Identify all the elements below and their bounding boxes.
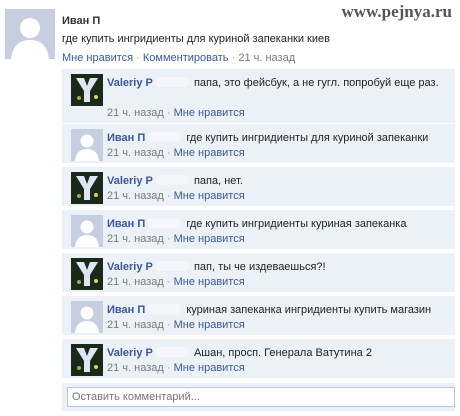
comment-item: Valeriy P папа, это фейсбук, а не гугл. …	[62, 69, 455, 124]
default-user-icon	[71, 129, 103, 161]
comment-text: где купить ингридиенты для куриной запек…	[186, 132, 429, 144]
comment-item: Иван П куриная запеканка ингридиенты куп…	[62, 296, 455, 336]
redacted-surname	[147, 132, 182, 142]
comment-time[interactable]: 21 ч. назад	[107, 107, 164, 119]
separator: ·	[166, 362, 171, 374]
comment-input-container	[62, 383, 455, 411]
comment-list: Valeriy P папа, это фейсбук, а не гугл. …	[62, 69, 458, 411]
separator: ·	[231, 52, 236, 64]
comment-text: пап, ты че издеваешься?!	[193, 261, 326, 273]
comment-like-link[interactable]: Мне нравится	[174, 319, 245, 331]
commenter-avatar[interactable]	[71, 301, 103, 333]
commenter-avatar[interactable]	[71, 74, 103, 106]
comment-text: папа, нет.	[193, 175, 243, 187]
comment-item: Valeriy P Ашан, просп. Генерала Ватутина…	[62, 339, 455, 379]
redacted-surname	[154, 77, 189, 87]
comment-author[interactable]: Valeriy P	[107, 175, 153, 187]
comment-meta: 21 ч. назад · Мне нравится	[107, 276, 245, 288]
comment-text: Ашан, просп. Генерала Ватутина 2	[193, 347, 372, 359]
comment-meta: 21 ч. назад · Мне нравится	[107, 107, 245, 119]
comment-body: Valeriy P папа, это фейсбук, а не гугл. …	[107, 76, 449, 91]
comment-like-link[interactable]: Мне нравится	[174, 233, 245, 245]
commenter-avatar[interactable]	[71, 129, 103, 161]
default-user-icon	[5, 9, 55, 59]
comment-meta: 21 ч. назад · Мне нравится	[107, 147, 245, 159]
comment-like-link[interactable]: Мне нравится	[174, 107, 245, 119]
comment-item: Иван П где купить ингридиенты куриная за…	[62, 210, 455, 250]
comment-body: Иван П где купить ингридиенты для курино…	[107, 131, 449, 146]
comment-text: где купить ингридиенты куриная запеканка	[186, 218, 407, 230]
separator: ·	[166, 276, 171, 288]
comment-like-link[interactable]: Мне нравится	[174, 147, 245, 159]
logo-y-icon	[71, 258, 103, 290]
logo-y-icon	[71, 172, 103, 204]
comment-time[interactable]: 21 ч. назад	[107, 319, 164, 331]
post-text: где купить ингридиенты для куриной запек…	[62, 33, 330, 45]
commenter-avatar[interactable]	[71, 344, 103, 376]
comment-body: Valeriy P пап, ты че издеваешься?!	[107, 260, 449, 275]
comment-meta: 21 ч. назад · Мне нравится	[107, 362, 245, 374]
post-author-name[interactable]: Иван П	[62, 15, 100, 27]
post-like-link[interactable]: Мне нравится	[62, 52, 133, 64]
comment-author[interactable]: Иван П	[107, 218, 145, 230]
comment-item: Иван П где купить ингридиенты для курино…	[62, 124, 455, 164]
comment-body: Valeriy P Ашан, просп. Генерала Ватутина…	[107, 346, 449, 361]
post-comment-link[interactable]: Комментировать	[143, 52, 229, 64]
separator: ·	[166, 319, 171, 331]
comment-time[interactable]: 21 ч. назад	[107, 190, 164, 202]
redacted-surname	[147, 218, 182, 228]
comment-time[interactable]: 21 ч. назад	[107, 362, 164, 374]
logo-y-icon	[71, 74, 103, 106]
comment-text: папа, это фейсбук, а не гугл. попробуй е…	[193, 77, 439, 89]
commenter-avatar[interactable]	[71, 215, 103, 247]
comment-author[interactable]: Valeriy P	[107, 77, 153, 89]
comment-meta: 21 ч. назад · Мне нравится	[107, 190, 245, 202]
redacted-surname	[154, 261, 189, 271]
comment-meta: 21 ч. назад · Мне нравится	[107, 233, 245, 245]
comment-item: Valeriy P пап, ты че издеваешься?! 21 ч.…	[62, 253, 455, 293]
logo-y-icon	[71, 344, 103, 376]
comment-input[interactable]	[67, 387, 455, 407]
separator: ·	[166, 233, 171, 245]
separator: ·	[166, 107, 171, 119]
separator: ·	[166, 147, 171, 159]
comment-meta: 21 ч. назад · Мне нравится	[107, 319, 245, 331]
comment-like-link[interactable]: Мне нравится	[174, 276, 245, 288]
separator: ·	[166, 190, 171, 202]
post-time[interactable]: 21 ч. назад	[238, 52, 295, 64]
watermark: www.pejnya.ru	[341, 2, 452, 21]
redacted-surname	[154, 347, 189, 357]
post-author-avatar[interactable]	[5, 9, 55, 59]
redacted-surname	[147, 304, 182, 314]
comment-body: Иван П куриная запеканка ингридиенты куп…	[107, 303, 449, 318]
comment-author[interactable]: Иван П	[107, 132, 145, 144]
comment-like-link[interactable]: Мне нравится	[174, 190, 245, 202]
comment-time[interactable]: 21 ч. назад	[107, 276, 164, 288]
comment-time[interactable]: 21 ч. назад	[107, 147, 164, 159]
post-meta: Мне нравится · Комментировать · 21 ч. на…	[62, 52, 295, 64]
comment-author[interactable]: Valeriy P	[107, 347, 153, 359]
comment-body: Иван П где купить ингридиенты куриная за…	[107, 217, 449, 232]
commenter-avatar[interactable]	[71, 172, 103, 204]
default-user-icon	[71, 215, 103, 247]
comment-text: куриная запеканка ингридиенты купить маг…	[186, 304, 432, 316]
redacted-surname	[154, 175, 189, 185]
comment-like-link[interactable]: Мне нравится	[174, 362, 245, 374]
default-user-icon	[71, 301, 103, 333]
comment-item: Valeriy P папа, нет. 21 ч. назад · Мне н…	[62, 167, 455, 207]
comment-author[interactable]: Иван П	[107, 304, 145, 316]
comment-time[interactable]: 21 ч. назад	[107, 233, 164, 245]
separator: ·	[136, 52, 140, 64]
comment-author[interactable]: Valeriy P	[107, 261, 153, 273]
commenter-avatar[interactable]	[71, 258, 103, 290]
comment-body: Valeriy P папа, нет.	[107, 174, 449, 189]
